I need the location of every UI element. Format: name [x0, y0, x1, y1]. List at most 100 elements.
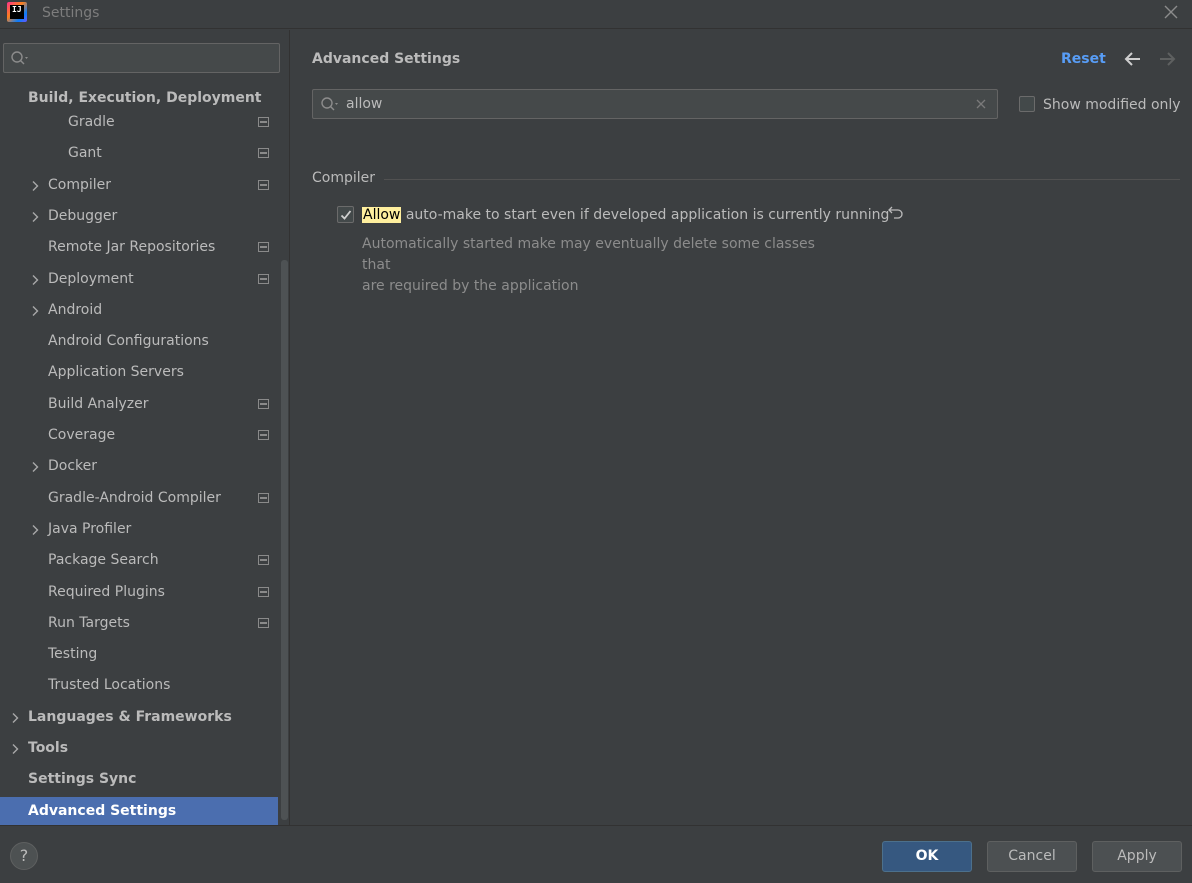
sidebar-item-label: Application Servers	[48, 364, 184, 380]
sidebar-item-label: Remote Jar Repositories	[48, 239, 216, 255]
sidebar-search[interactable]	[3, 43, 280, 73]
sidebar-item-compiler[interactable]: Compiler	[0, 171, 278, 202]
project-level-icon	[258, 555, 269, 565]
arrow-right-icon[interactable]	[1157, 50, 1177, 68]
chevron-right-icon[interactable]	[30, 524, 40, 536]
chevron-right-icon[interactable]	[10, 712, 20, 724]
window-title: Settings	[42, 5, 100, 21]
project-level-icon	[258, 618, 269, 628]
sidebar-item-required-plugins[interactable]: Required Plugins	[0, 578, 278, 609]
chevron-right-icon[interactable]	[10, 743, 20, 755]
sidebar-item-label: Package Search	[48, 552, 159, 568]
project-level-icon	[258, 587, 269, 597]
sidebar-item-label: Tools	[28, 740, 69, 756]
sidebar-item-label: Java Profiler	[48, 521, 132, 537]
group-title-compiler: Compiler	[312, 170, 376, 186]
sidebar-scrollbar-thumb[interactable]	[281, 260, 288, 820]
ok-button[interactable]: OK	[882, 841, 972, 872]
tree-section-build-execution-deployment[interactable]: Build, Execution, Deployment	[28, 90, 262, 106]
sidebar-item-label: Gant	[68, 145, 102, 161]
sidebar-item-label: Required Plugins	[48, 584, 165, 600]
dialog-footer: ? OK Cancel Apply	[0, 825, 1192, 883]
sidebar-item-label: Docker	[48, 458, 98, 474]
sidebar-item-label: Run Targets	[48, 615, 130, 631]
sidebar-item-label: Coverage	[48, 427, 116, 443]
reset-link[interactable]: Reset	[1061, 51, 1106, 67]
undo-icon[interactable]	[887, 203, 905, 221]
project-level-icon	[258, 148, 269, 158]
sidebar-item-build-analyzer[interactable]: Build Analyzer	[0, 390, 278, 421]
sidebar-item-run-targets[interactable]: Run Targets	[0, 609, 278, 640]
sidebar-item-label: Trusted Locations	[48, 677, 171, 693]
arrow-left-icon[interactable]	[1123, 50, 1143, 68]
sidebar-item-label: Testing	[48, 646, 98, 662]
project-level-icon	[258, 242, 269, 252]
option-checkbox[interactable]	[337, 206, 354, 223]
sidebar-item-label: Android Configurations	[48, 333, 209, 349]
show-modified-only-label: Show modified only	[1043, 97, 1181, 113]
sidebar-item-docker[interactable]: Docker	[0, 452, 278, 483]
help-button[interactable]: ?	[10, 842, 38, 870]
project-level-icon	[258, 430, 269, 440]
sidebar-item-android[interactable]: Android	[0, 296, 278, 327]
sidebar-item-deployment[interactable]: Deployment	[0, 265, 278, 296]
option-label-rest: auto-make to start even if developed app…	[401, 207, 890, 223]
sidebar-item-application-servers[interactable]: Application Servers	[0, 358, 278, 389]
option-description-line: Automatically started make may eventuall…	[362, 236, 815, 273]
sidebar-item-label: Gradle-Android Compiler	[48, 490, 221, 506]
chevron-right-icon[interactable]	[30, 180, 40, 192]
project-level-icon	[258, 180, 269, 190]
sidebar-item-debugger[interactable]: Debugger	[0, 202, 278, 233]
sidebar-item-gradle-android-compiler[interactable]: Gradle-Android Compiler	[0, 484, 278, 515]
settings-search-input[interactable]	[346, 93, 966, 115]
chevron-right-icon[interactable]	[30, 461, 40, 473]
sidebar-item-package-search[interactable]: Package Search	[0, 546, 278, 577]
option-label: Allow auto-make to start even if develop…	[362, 207, 889, 223]
search-match-highlight: Allow	[362, 207, 402, 223]
sidebar-item-testing[interactable]: Testing	[0, 640, 278, 671]
sidebar-item-android-configurations[interactable]: Android Configurations	[0, 327, 278, 358]
option-description: Automatically started make may eventuall…	[362, 234, 842, 297]
sidebar-item-label: Build Analyzer	[48, 396, 149, 412]
sidebar-item-tools[interactable]: Tools	[0, 734, 278, 765]
project-level-icon	[258, 493, 269, 503]
chevron-right-icon[interactable]	[30, 274, 40, 286]
sidebar-item-trusted-locations[interactable]: Trusted Locations	[0, 671, 278, 702]
sidebar-item-coverage[interactable]: Coverage	[0, 421, 278, 452]
title-bar: IJ Settings	[0, 0, 1192, 29]
sidebar-item-label: Gradle	[68, 114, 115, 130]
project-level-icon	[258, 274, 269, 284]
close-icon[interactable]	[1162, 3, 1180, 21]
clear-search-icon[interactable]	[975, 98, 987, 110]
sidebar-item-gant[interactable]: Gant	[0, 139, 278, 170]
chevron-right-icon[interactable]	[30, 211, 40, 223]
sidebar-item-label: Settings Sync	[28, 771, 137, 787]
search-icon	[321, 97, 338, 111]
chevron-right-icon[interactable]	[30, 305, 40, 317]
sidebar-item-label: Debugger	[48, 208, 118, 224]
sidebar-item-languages-frameworks[interactable]: Languages & Frameworks	[0, 703, 278, 734]
project-level-icon	[258, 399, 269, 409]
sidebar-item-label: Advanced Settings	[28, 803, 177, 819]
settings-search[interactable]	[312, 89, 998, 119]
project-level-icon	[258, 117, 269, 127]
sidebar-item-advanced-settings[interactable]: Advanced Settings	[0, 797, 278, 828]
settings-window: IJ Settings Build, Execution, Deployment…	[0, 0, 1192, 883]
sidebar-item-label: Languages & Frameworks	[28, 709, 232, 725]
page-title: Advanced Settings	[312, 51, 461, 67]
sidebar-item-remote-jar-repositories[interactable]: Remote Jar Repositories	[0, 233, 278, 264]
option-description-line: are required by the application	[362, 278, 579, 294]
sidebar-search-input[interactable]	[34, 47, 274, 69]
group-separator	[384, 179, 1180, 180]
sidebar-item-java-profiler[interactable]: Java Profiler	[0, 515, 278, 546]
search-icon	[11, 51, 28, 65]
sidebar-item-settings-sync[interactable]: Settings Sync	[0, 765, 278, 796]
apply-button[interactable]: Apply	[1092, 841, 1182, 872]
settings-content: Advanced Settings Reset Show modified on…	[291, 30, 1192, 825]
sidebar-item-label: Android	[48, 302, 103, 318]
cancel-button[interactable]: Cancel	[987, 841, 1077, 872]
checkbox-box[interactable]	[1019, 96, 1035, 112]
checkmark-icon	[340, 210, 352, 220]
sidebar-item-label: Deployment	[48, 271, 134, 287]
sidebar-item-gradle[interactable]: Gradle	[0, 108, 278, 139]
